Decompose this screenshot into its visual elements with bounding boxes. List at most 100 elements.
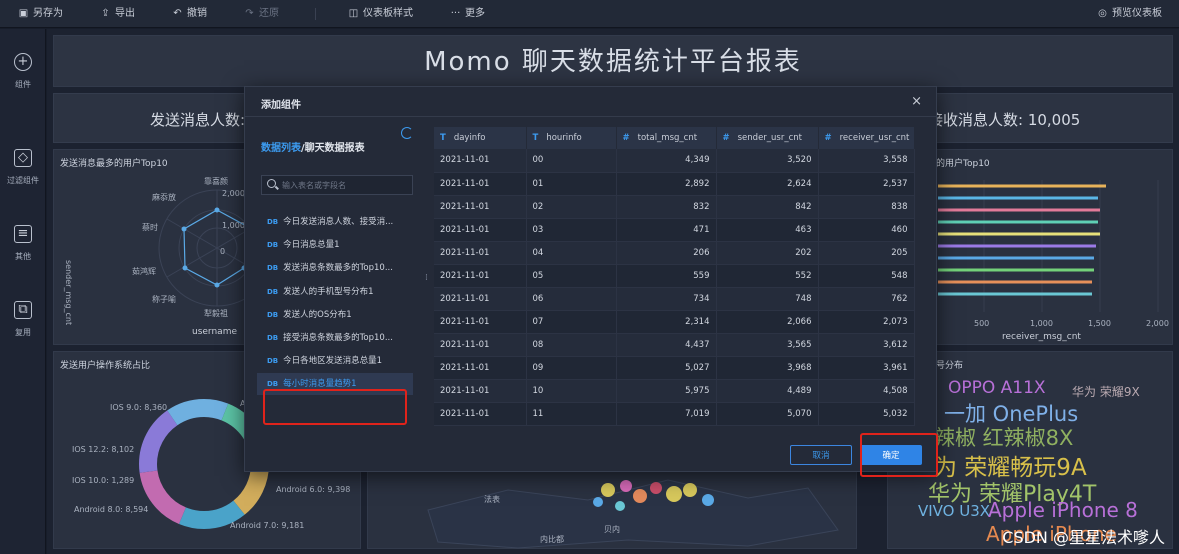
table-row: 2021-11-01 09 5,027 3,968 3,961 <box>434 356 915 380</box>
dataset-item-label: 今日各地区发送消息总量1 <box>283 356 383 367</box>
database-icon: DB <box>267 218 279 226</box>
table-cell: 05 <box>526 264 617 288</box>
dataset-item-label: 发送人的OS分布1 <box>283 309 352 320</box>
table-row: 2021-11-01 01 2,892 2,624 2,537 <box>434 172 915 196</box>
database-icon: DB <box>267 357 279 366</box>
title-panel[interactable]: Momo 聊天数据统计平台报表 <box>53 35 1173 87</box>
save-as-button[interactable]: ▣ 另存为 <box>18 0 63 28</box>
number-type-icon: # <box>622 133 630 143</box>
table-cell: 11 <box>526 402 617 426</box>
table-cell: 2021-11-01 <box>434 172 527 196</box>
export-button[interactable]: ⇪ 导出 <box>100 0 135 28</box>
ok-highlight-box <box>860 433 938 477</box>
table-row: 2021-11-01 11 7,019 5,070 5,032 <box>434 402 915 426</box>
table-cell: 04 <box>526 241 617 265</box>
table-row: 2021-11-01 02 832 842 838 <box>434 195 915 219</box>
table-cell: 762 <box>818 287 915 311</box>
table-cell: 5,070 <box>716 402 819 426</box>
table-cell: 2021-11-01 <box>434 218 527 242</box>
dataset-item[interactable]: DB 今日各地区发送消息总量1 <box>257 350 413 372</box>
preview-dashboard-button[interactable]: ◎ 预览仪表板 <box>1097 0 1162 28</box>
table-row: 2021-11-01 06 734 748 762 <box>434 287 915 311</box>
dashboard-title: Momo 聊天数据统计平台报表 <box>424 47 802 77</box>
dataset-item[interactable]: DB 发送人的OS分布1 <box>257 304 413 326</box>
table-cell: 4,489 <box>716 379 819 403</box>
table-cell: 07 <box>526 310 617 334</box>
donut-label: IOS 9.0: 8,360 <box>110 403 167 412</box>
table-cell: 748 <box>716 287 819 311</box>
column-header[interactable]: # receiver_usr_cnt <box>818 127 915 149</box>
resize-handle[interactable]: ⁞ <box>425 273 428 283</box>
more-button[interactable]: ··· 更多 <box>450 0 485 28</box>
top-toolbar: ▣ 另存为 ⇪ 导出 ↶ 撤销 ↷ 还原 ◫ 仪表板样式 ··· 更多 ◎ 预览仪表板 <box>0 0 1179 28</box>
table-cell: 463 <box>716 218 819 242</box>
dashboard-style-button[interactable]: ◫ 仪表板样式 <box>348 0 413 28</box>
breadcrumb-data-list-link[interactable]: 数据列表 <box>261 143 301 154</box>
table-header-row: Tdayinfo Thourinfo # total_msg_cnt # sender_u… <box>434 127 915 149</box>
table-row: 2021-11-01 00 4,349 3,520 3,558 <box>434 149 915 173</box>
hbar-tick: 1,000 <box>1030 319 1053 328</box>
redo-icon: ↷ <box>245 8 254 19</box>
table-cell: 205 <box>818 241 915 265</box>
hbar-tick: 500 <box>974 319 989 328</box>
dataset-item[interactable]: DB 发送人的手机型号分布1 <box>257 281 413 303</box>
table-cell: 3,558 <box>818 149 915 173</box>
dataset-item-label: 每小时消息量趋势1 <box>283 379 357 390</box>
radar-ylabel: sender_msg_cnt <box>64 260 73 325</box>
dataset-item[interactable]: DB 接受消息条数最多的Top10... <box>257 327 413 349</box>
table-row: 2021-11-01 08 4,437 3,565 3,612 <box>434 333 915 357</box>
table-cell: 7,019 <box>616 402 717 426</box>
column-header[interactable]: # sender_usr_cnt <box>716 127 819 149</box>
table-cell: 4,349 <box>616 149 717 173</box>
radar-name: 蔡时 <box>142 222 158 232</box>
hbar-xlabel: receiver_msg_cnt <box>1002 332 1081 342</box>
dataset-item-label: 发送消息条数最多的Top10... <box>283 263 393 274</box>
sidebar-item-other[interactable]: ≡ 其他 <box>0 225 46 262</box>
column-header[interactable]: Tdayinfo <box>434 127 527 149</box>
dataset-item[interactable]: DB 今日消息总量1 <box>257 234 413 256</box>
cube-icon: ◇ <box>14 149 32 167</box>
cancel-button[interactable]: 取消 <box>790 445 852 465</box>
column-header-label: dayinfo <box>453 133 486 143</box>
palette-icon: ◫ <box>348 8 359 19</box>
table-cell: 08 <box>526 333 617 357</box>
region-map-panel[interactable]: 法表 贝内 内比都 <box>367 469 857 549</box>
database-icon: DB <box>267 380 279 389</box>
dataset-item-label: 今日发送消息人数、接受消... <box>283 217 394 227</box>
table-cell: 3,968 <box>716 356 819 380</box>
sidebar-item-filters[interactable]: ◇ 过滤组件 <box>0 149 46 186</box>
donut-label: Android 8.0: 8,594 <box>74 505 148 514</box>
search-input[interactable] <box>282 178 410 192</box>
table-cell: 01 <box>526 172 617 196</box>
refresh-icon[interactable] <box>401 127 413 139</box>
text-type-icon: T <box>532 133 539 143</box>
dataset-item-label: 接受消息条数最多的Top10... <box>283 333 393 343</box>
table-cell: 548 <box>818 264 915 288</box>
column-header[interactable]: # total_msg_cnt <box>616 127 717 149</box>
table-cell: 2,892 <box>616 172 717 196</box>
undo-button[interactable]: ↶ 撤销 <box>172 0 207 28</box>
close-icon[interactable]: × <box>911 94 922 109</box>
dataset-item[interactable]: DB 今日发送消息人数、接受消... <box>257 211 413 233</box>
table-cell: 5,032 <box>818 402 915 426</box>
table-cell: 09 <box>526 356 617 380</box>
table-row: 2021-11-01 03 471 463 460 <box>434 218 915 242</box>
plus-circle-icon: + <box>14 53 32 71</box>
hbar-tick: 2,000 <box>1146 319 1169 328</box>
column-header-label: total_msg_cnt <box>637 133 698 143</box>
preview-label: 预览仪表板 <box>1112 8 1162 19</box>
sidebar-item-components[interactable]: + 组件 <box>0 53 46 90</box>
redo-button[interactable]: ↷ 还原 <box>244 0 279 28</box>
sidebar-item-reuse[interactable]: ⧉ 复用 <box>0 301 46 338</box>
radar-name: 麻忝放 <box>152 192 176 202</box>
column-header[interactable]: Thourinfo <box>526 127 617 149</box>
dataset-item[interactable]: DB 发送消息条数最多的Top10... <box>257 257 413 279</box>
table-cell: 2021-11-01 <box>434 402 527 426</box>
table-cell: 552 <box>716 264 819 288</box>
radar-name: 靠喜颜 <box>204 176 228 186</box>
undo-label: 撤销 <box>187 8 207 19</box>
table-cell: 202 <box>716 241 819 265</box>
breadcrumb-current: /聊天数据报表 <box>301 143 365 154</box>
table-cell: 4,437 <box>616 333 717 357</box>
table-row: 2021-11-01 05 559 552 548 <box>434 264 915 288</box>
